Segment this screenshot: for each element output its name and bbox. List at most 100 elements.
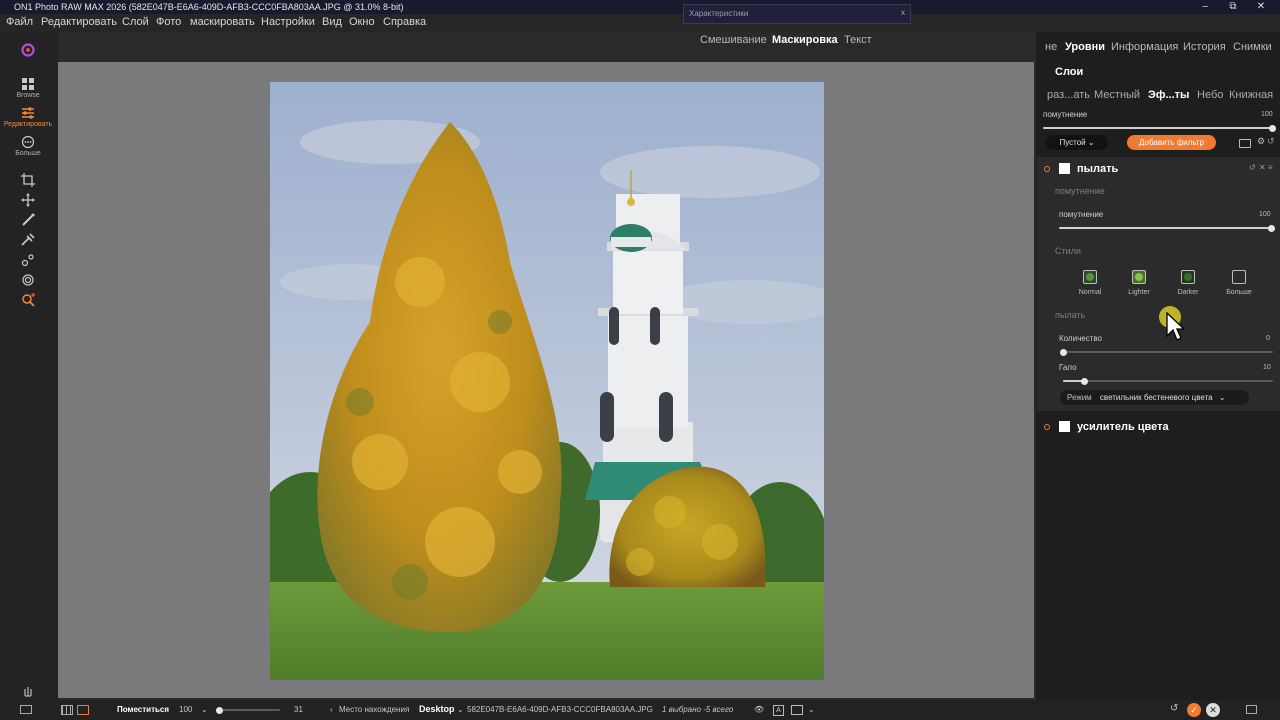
tab-sky[interactable]: Небо xyxy=(1197,89,1223,101)
location-label: Место нахождения xyxy=(339,705,410,714)
global-opacity-knob[interactable] xyxy=(1268,124,1276,132)
tab-local[interactable]: Местный xyxy=(1094,89,1140,101)
text-overlay-icon[interactable]: A xyxy=(773,705,784,716)
menu-view[interactable]: Вид xyxy=(322,16,342,28)
filter-enable-dot[interactable] xyxy=(1044,166,1050,172)
filter-mask-swatch[interactable] xyxy=(1059,421,1070,432)
move-tool[interactable] xyxy=(0,193,56,207)
preset-dropdown[interactable]: Пустой ⌄ xyxy=(1046,135,1108,150)
menu-mask[interactable]: маскировать xyxy=(190,16,255,28)
mask-icon[interactable] xyxy=(1239,139,1251,148)
properties-panel[interactable]: Характеристики x xyxy=(683,4,911,24)
filter-enable-dot[interactable] xyxy=(1044,424,1050,430)
right-panel-toggle-icon[interactable] xyxy=(1246,705,1257,714)
edit-label: Редактировать xyxy=(3,121,53,128)
restore-icon[interactable]: ⧉ xyxy=(1222,0,1244,14)
tab-history[interactable]: История xyxy=(1183,41,1226,53)
single-view-icon[interactable] xyxy=(77,705,89,715)
menu-icon[interactable]: ≡ xyxy=(1268,163,1273,172)
mask-view-icon[interactable] xyxy=(791,705,803,715)
tab-text[interactable]: Текст xyxy=(844,34,872,46)
crop-tool[interactable] xyxy=(0,173,56,187)
chevron-down-icon[interactable]: ⌄ xyxy=(201,705,208,714)
clone-tool[interactable] xyxy=(0,253,56,267)
mode-dropdown[interactable]: Режим светильник бестеневого цвета ⌄ xyxy=(1060,390,1249,405)
opacity-knob[interactable] xyxy=(1267,224,1275,232)
apply-icon[interactable]: ✓ xyxy=(1187,703,1201,717)
tab-develop[interactable]: раз...ать xyxy=(1047,89,1090,101)
amount-knob[interactable] xyxy=(1059,348,1067,356)
chevron-down-icon[interactable]: ⌄ xyxy=(808,705,815,714)
zoom-value[interactable]: 100 xyxy=(179,705,192,714)
reset-icon[interactable]: ↺ xyxy=(1249,163,1256,172)
bottom-bar: Поместиться 100 ⌄ 31 ‹ Место нахождения … xyxy=(0,700,1280,720)
tab-book[interactable]: Книжная xyxy=(1229,89,1273,101)
filename: 582E047B-E6A6-409D-AFB3-CCC0FBA803AA.JPG xyxy=(467,705,653,714)
location-value[interactable]: Desktop xyxy=(419,704,455,714)
zoom-slider[interactable] xyxy=(216,706,280,714)
tab-snapshots[interactable]: Снимки xyxy=(1233,41,1272,53)
menu-edit[interactable]: Редактировать xyxy=(41,16,117,28)
style-normal[interactable]: Normal xyxy=(1070,270,1110,296)
style-darker[interactable]: Darker xyxy=(1168,270,1208,296)
menu-window[interactable]: Окно xyxy=(349,16,375,28)
edit-button[interactable]: Редактировать xyxy=(0,106,56,128)
cancel-icon[interactable]: ✕ xyxy=(1206,703,1220,717)
mouse-pointer-icon xyxy=(1166,312,1184,341)
panel-toggle-icon[interactable] xyxy=(20,705,32,714)
close-icon[interactable]: x xyxy=(901,8,905,17)
mode-value: светильник бестеневого цвета xyxy=(1099,393,1213,402)
more-button[interactable]: Больше xyxy=(0,135,56,157)
eye-icon[interactable]: 👁 xyxy=(754,705,764,714)
tab-info[interactable]: Информация xyxy=(1111,41,1178,53)
chevron-down-icon[interactable]: ⌄ xyxy=(457,705,464,714)
photo-preview[interactable] xyxy=(270,82,824,680)
fit-button[interactable]: Поместиться xyxy=(117,705,169,714)
style-darker-thumb xyxy=(1181,270,1195,284)
minimize-icon[interactable]: – xyxy=(1194,0,1216,14)
chevron-left-icon[interactable]: ‹ xyxy=(330,705,333,714)
menu-file[interactable]: Файл xyxy=(6,16,33,28)
halo-slider[interactable] xyxy=(1063,377,1273,385)
close-icon[interactable]: ✕ xyxy=(1259,163,1266,172)
filter-glow-name: пылать xyxy=(1077,163,1119,175)
add-filter-label: Добавить фильтр xyxy=(1139,138,1204,147)
tab-effects[interactable]: Эф...ты xyxy=(1148,89,1189,101)
tab-partial[interactable]: не xyxy=(1045,41,1057,53)
style-more[interactable]: Больше xyxy=(1219,270,1259,296)
filter-glow-header[interactable]: пылать ↺ ✕ ≡ xyxy=(1037,160,1280,178)
tab-blend[interactable]: Смешивание xyxy=(700,34,767,46)
grid-view-icon[interactable] xyxy=(61,705,73,715)
menu-layer[interactable]: Слой xyxy=(122,16,149,28)
tab-mask[interactable]: Маскировка xyxy=(772,34,838,46)
hand-tool[interactable] xyxy=(0,684,56,698)
zoom-knob[interactable] xyxy=(216,706,223,714)
close-window-icon[interactable]: ✕ xyxy=(1250,0,1272,14)
gear-icon[interactable]: ⚙ xyxy=(1257,136,1265,147)
retouch-tool[interactable] xyxy=(0,233,56,247)
mode-label: Режим xyxy=(1067,393,1092,402)
add-filter-button[interactable]: Добавить фильтр xyxy=(1127,135,1216,150)
browse-button[interactable]: Browse xyxy=(0,77,56,99)
app-logo-icon xyxy=(21,43,35,57)
filter-color-enhancer-header[interactable]: усилитель цвета xyxy=(1037,418,1280,436)
undo-icon[interactable]: ↺ xyxy=(1170,703,1178,714)
halo-knob[interactable] xyxy=(1080,377,1088,385)
mode-tabs: Смешивание Маскировка Текст xyxy=(683,32,909,54)
menu-settings[interactable]: Настройки xyxy=(261,16,315,28)
title-bar: ON1 Photo RAW MAX 2026 (582E047B-E6A6-40… xyxy=(0,0,1280,14)
style-lighter[interactable]: Lighter xyxy=(1119,270,1159,296)
menu-photo[interactable]: Фото xyxy=(156,16,181,28)
opacity-slider[interactable] xyxy=(1059,224,1275,232)
styles-section: Стили xyxy=(1055,246,1081,256)
filter-mask-swatch[interactable] xyxy=(1059,163,1070,174)
menu-help[interactable]: Справка xyxy=(383,16,426,28)
tab-levels[interactable]: Уровни xyxy=(1065,41,1105,53)
zoom-tool[interactable] xyxy=(0,293,56,307)
grid-icon xyxy=(22,78,34,90)
brush-tool[interactable] xyxy=(0,213,56,227)
global-opacity-slider[interactable] xyxy=(1043,124,1276,132)
portrait-tool[interactable] xyxy=(0,273,56,287)
amount-slider[interactable] xyxy=(1059,348,1273,356)
reset-icon[interactable]: ↺ xyxy=(1267,136,1275,147)
